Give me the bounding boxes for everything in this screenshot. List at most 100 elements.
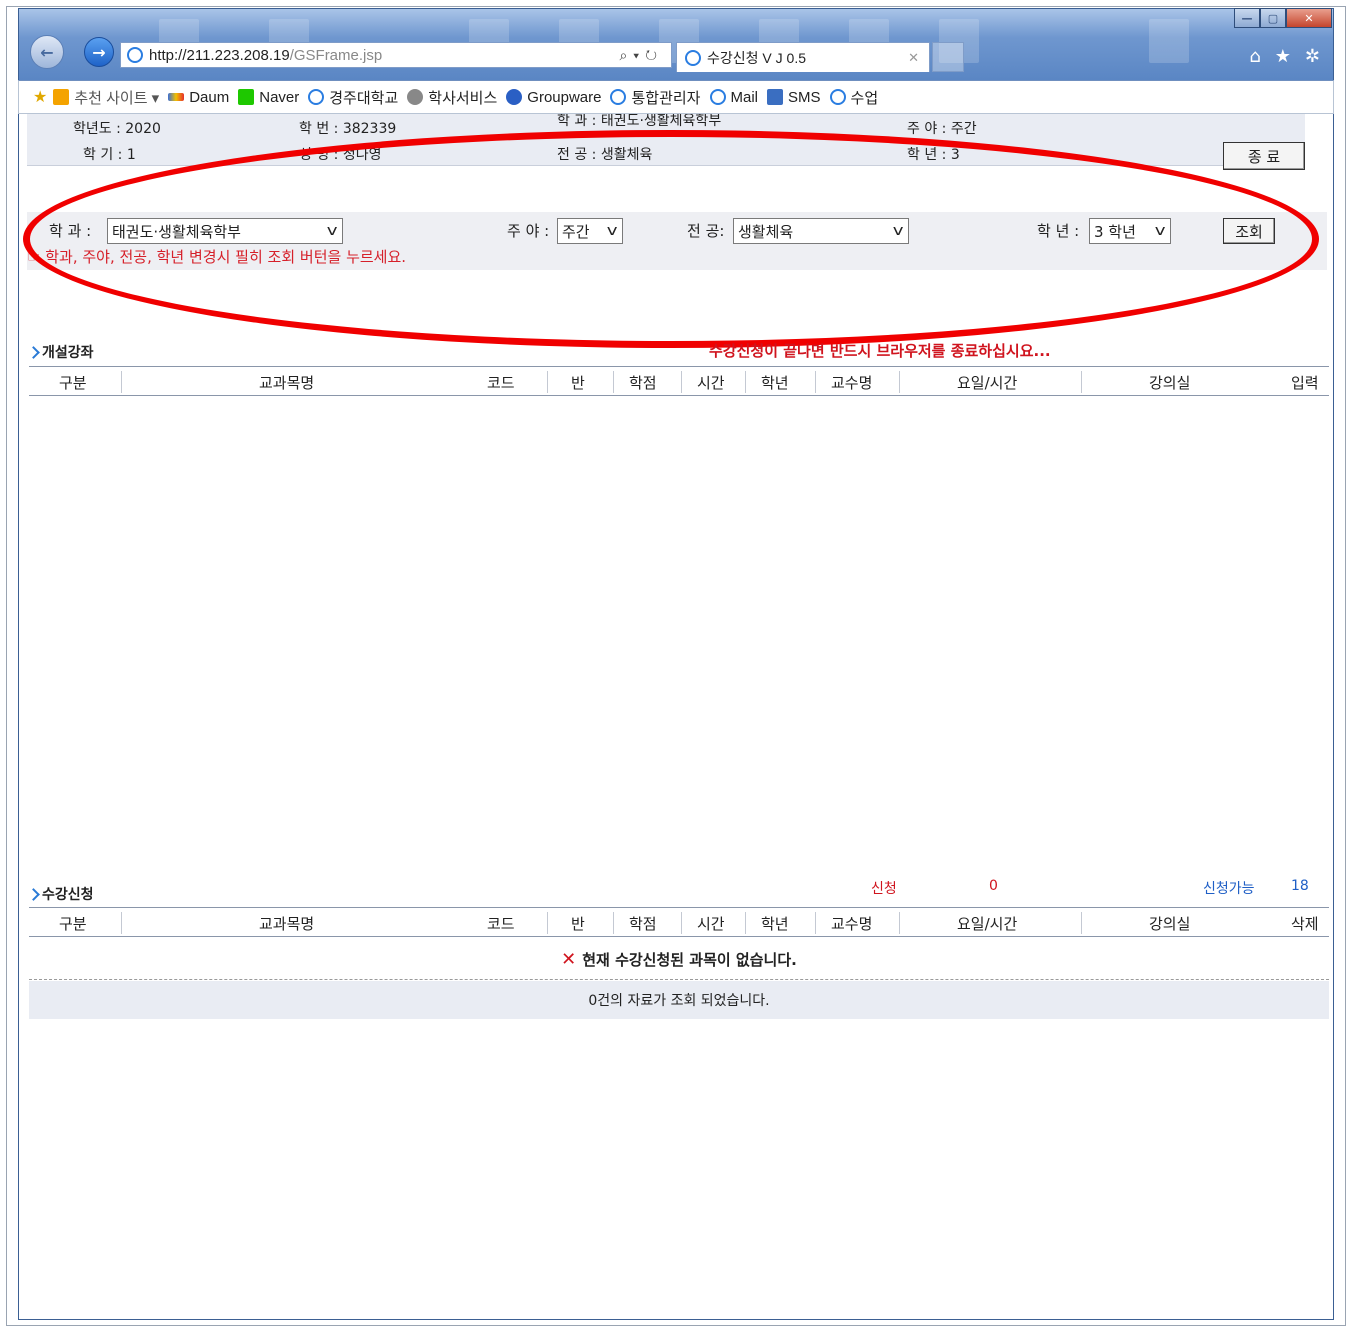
window-controls: — ▢ ✕ [1234, 8, 1332, 28]
forward-button[interactable]: → [84, 37, 114, 67]
grade-select-value: 3 학년 [1094, 222, 1136, 241]
favorite-item[interactable]: Daum [168, 89, 229, 106]
add-favorite-icon[interactable]: ★ [33, 87, 47, 107]
col-header: 입력 [1291, 374, 1319, 392]
col-separator [899, 371, 900, 393]
registration-title-text: 수강신청 [42, 887, 94, 903]
applied-label: 신청 [871, 881, 897, 897]
favorite-label: 학사서비스 [428, 89, 498, 107]
ie-icon [685, 49, 701, 66]
favorite-item[interactable]: Naver [238, 89, 299, 106]
chevron-down-icon: v [606, 223, 618, 239]
col-header: 코드 [487, 915, 515, 933]
new-tab-button[interactable] [932, 42, 964, 72]
ie-page-icon [829, 89, 846, 105]
settings-gear-icon[interactable]: ✲ [1305, 46, 1320, 67]
applied-count: 0 [989, 878, 998, 894]
favorite-item[interactable]: Mail [709, 88, 759, 106]
favorite-label: Naver [259, 88, 300, 106]
col-header: 교수명 [831, 374, 873, 392]
empty-registration-row: ✕ 현재 수강신청된 과목이 없습니다. [29, 940, 1329, 980]
col-separator [681, 371, 682, 393]
favorite-label: 추천 사이트 ▾ [74, 89, 160, 107]
daum-icon [168, 93, 185, 101]
section-arrow-icon [27, 887, 40, 901]
search-refresh-icons[interactable]: ⌕▾↻ [619, 47, 663, 64]
ie-page-icon [308, 89, 325, 105]
col-separator [121, 912, 122, 934]
tab-active[interactable]: 수강신청 V J 0.5 ✕ [676, 42, 930, 72]
favorite-label: SMS [788, 88, 821, 106]
dept-label: 학 과 : [49, 222, 92, 240]
registration-title: 수강신청 [27, 884, 94, 904]
semester: 학 기 : 1 [83, 147, 136, 163]
close-button[interactable]: 종 료 [1223, 142, 1305, 170]
student-major: 전 공 : 생활체육 [557, 147, 653, 163]
favorite-label: Daum [189, 88, 230, 106]
shift-label: 주 야 : [507, 222, 550, 240]
result-count-row: 0건의 자료가 조회 되었습니다. [29, 981, 1329, 1019]
person-icon [407, 89, 424, 105]
major-select[interactable]: 생활체육 v [733, 218, 909, 244]
favorite-label: Mail [730, 88, 759, 106]
minimize-button[interactable]: — [1234, 8, 1260, 28]
url-path: /GSFrame.jsp [289, 46, 383, 64]
col-separator [1081, 371, 1082, 393]
col-separator [899, 912, 900, 934]
col-header: 코드 [487, 374, 515, 392]
favorite-label: 통합관리자 [631, 89, 701, 107]
dept-select-value: 태권도·생활체육학부 [112, 222, 241, 241]
page-content: 학년도 : 2020 학 기 : 1 학 번 : 382339 성 명 : 정나… [18, 114, 1334, 1320]
shift-select[interactable]: 주간 v [557, 218, 623, 244]
col-separator [745, 371, 746, 393]
col-header: 반 [571, 374, 585, 392]
home-icon[interactable]: ⌂ [1249, 46, 1260, 67]
favorite-item[interactable]: SMS [767, 89, 821, 106]
bing-icon [53, 89, 70, 105]
close-window-button[interactable]: ✕ [1286, 8, 1332, 28]
filter-panel: 학 과 : 태권도·생활체육학부 v 주 야 : 주간 v 전 공: 생활체육 … [27, 212, 1327, 270]
open-courses-header: 구분 교과목명 코드 반 학점 시간 학년 교수명 요일/시간 강의실 입력 [29, 366, 1329, 396]
favorite-item[interactable]: 경주대학교 [308, 87, 398, 108]
favorite-item[interactable]: Groupware [506, 89, 601, 106]
col-separator [681, 912, 682, 934]
maximize-button[interactable]: ▢ [1260, 8, 1286, 28]
dept-select[interactable]: 태권도·생활체육학부 v [107, 218, 343, 244]
favorite-item[interactable]: 추천 사이트 ▾ [53, 87, 159, 108]
grade-label: 학 년 : [1037, 222, 1080, 240]
col-header: 강의실 [1149, 915, 1191, 933]
col-header: 구분 [59, 374, 87, 392]
address-bar[interactable]: http://211.223.208.19 /GSFrame.jsp ⌕▾↻ [120, 42, 672, 68]
available-count: 18 [1291, 878, 1309, 894]
col-header: 반 [571, 915, 585, 933]
search-button[interactable]: 조회 [1223, 218, 1275, 244]
col-header: 요일/시간 [957, 374, 1018, 392]
tab-title: 수강신청 V J 0.5 [707, 49, 806, 66]
favorite-item[interactable]: 수업 [829, 87, 878, 108]
col-separator [547, 371, 548, 393]
tab-close-icon[interactable]: ✕ [908, 50, 919, 66]
col-header: 학년 [761, 915, 789, 933]
col-header: 학점 [629, 915, 657, 933]
favorite-label: Groupware [527, 88, 602, 106]
student-id: 학 번 : 382339 [299, 121, 397, 137]
col-separator [745, 912, 746, 934]
ie-page-icon [709, 89, 726, 105]
back-button[interactable]: ← [30, 35, 64, 69]
favorites-bar: ★ 추천 사이트 ▾ Daum Naver 경주대학교 학사서비스 Groupw… [18, 80, 1334, 114]
favorite-item[interactable]: 통합관리자 [610, 87, 701, 108]
col-header: 요일/시간 [957, 915, 1018, 933]
ie-page-icon [610, 89, 627, 105]
favorite-item[interactable]: 학사서비스 [407, 87, 497, 108]
browser-toolbar-icons: ⌂ ★ ✲ [1249, 46, 1320, 67]
col-header: 강의실 [1149, 374, 1191, 392]
ie-icon [127, 47, 143, 63]
col-separator [1081, 912, 1082, 934]
academic-year: 학년도 : 2020 [73, 121, 161, 137]
x-mark-icon: ✕ [561, 949, 577, 970]
favorites-star-icon[interactable]: ★ [1275, 46, 1291, 67]
grade-select[interactable]: 3 학년 v [1089, 218, 1171, 244]
favorite-label: 경주대학교 [329, 89, 399, 107]
col-separator [121, 371, 122, 393]
col-header: 삭제 [1291, 915, 1319, 933]
